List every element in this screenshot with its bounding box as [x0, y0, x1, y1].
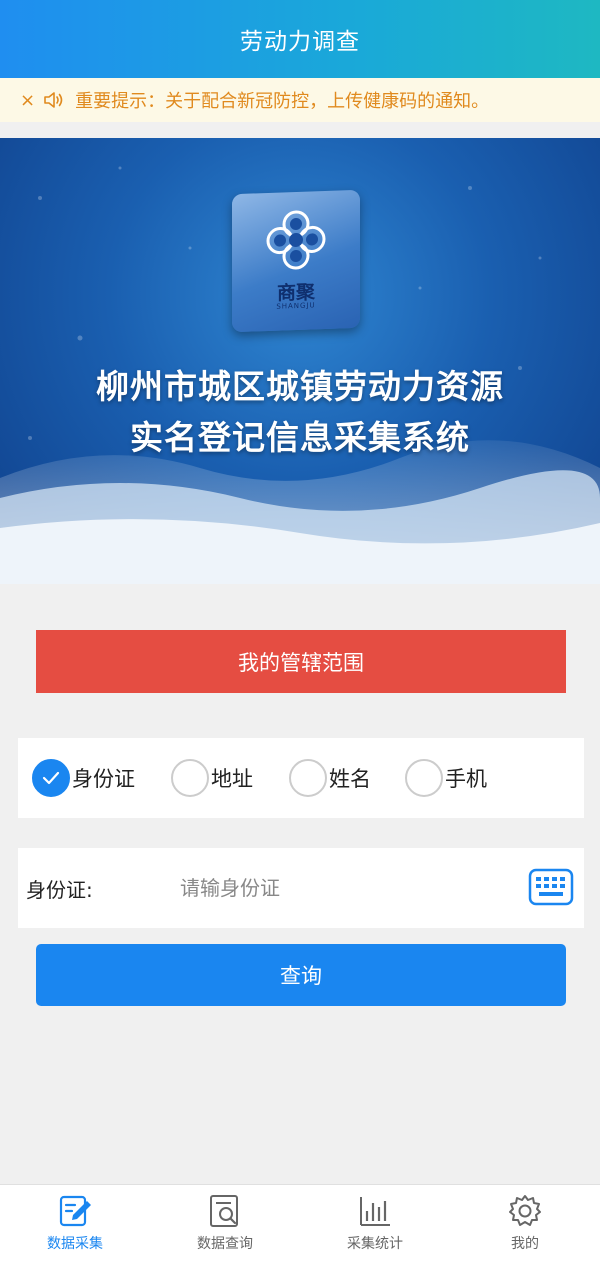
speaker-icon	[44, 92, 63, 108]
tab-label: 我的	[511, 1236, 539, 1252]
radio-label: 手机	[445, 767, 487, 791]
logo-emblem-icon	[266, 210, 326, 270]
id-input-row: 身份证:	[18, 848, 584, 928]
tab-label: 数据采集	[47, 1236, 103, 1252]
radio-unchecked-icon[interactable]	[289, 759, 327, 797]
tab-collection-stats[interactable]: 采集统计	[300, 1185, 450, 1261]
radio-unchecked-icon[interactable]	[171, 759, 209, 797]
radio-phone[interactable]: 手机	[405, 759, 487, 797]
radio-label: 身份证	[72, 767, 135, 791]
jurisdiction-scope-button[interactable]: 我的管辖范围	[36, 630, 566, 693]
tab-label: 数据查询	[197, 1236, 253, 1252]
tab-data-query[interactable]: 数据查询	[150, 1185, 300, 1261]
close-icon[interactable]: ×	[20, 90, 35, 111]
radio-label: 姓名	[329, 767, 371, 791]
radio-name[interactable]: 姓名	[289, 759, 371, 797]
radio-label: 地址	[211, 767, 253, 791]
page-title: 劳动力调查	[240, 29, 360, 55]
bottom-tab-bar: 数据采集 数据查询 采集统计 我的	[0, 1184, 600, 1261]
notice-bar: × 重要提示：关于配合新冠防控，上传健康码的通知。	[0, 78, 600, 122]
query-button[interactable]: 查询	[36, 944, 566, 1006]
tab-label: 采集统计	[347, 1236, 403, 1252]
search-type-selector: 身份证 地址 姓名 手机	[18, 738, 584, 818]
bar-chart-icon	[360, 1197, 390, 1226]
app-header: 劳动力调查	[0, 0, 600, 78]
id-field-label: 身份证:	[26, 877, 93, 902]
banner-title-line1: 柳州市城区城镇劳动力资源	[96, 367, 504, 406]
keyboard-icon[interactable]	[528, 868, 574, 906]
banner: 商聚 SHANGJU 柳州市城区城镇劳动力资源 实名登记信息采集系统	[0, 138, 600, 584]
radio-address[interactable]: 地址	[171, 759, 253, 797]
radio-checked-icon[interactable]	[32, 759, 70, 797]
notice-text[interactable]: 重要提示：关于配合新冠防控，上传健康码的通知。	[75, 87, 489, 113]
radio-id-card[interactable]: 身份证	[32, 759, 135, 797]
tab-mine[interactable]: 我的	[450, 1185, 600, 1261]
banner-title-line2: 实名登记信息采集系统	[130, 418, 470, 457]
edit-icon	[59, 1195, 91, 1227]
gear-icon	[509, 1195, 541, 1226]
tab-data-collection[interactable]: 数据采集	[0, 1185, 150, 1261]
radio-unchecked-icon[interactable]	[405, 759, 443, 797]
search-doc-icon	[210, 1195, 238, 1227]
id-card-input[interactable]	[180, 876, 510, 900]
app-logo: 商聚 SHANGJU	[232, 189, 360, 333]
